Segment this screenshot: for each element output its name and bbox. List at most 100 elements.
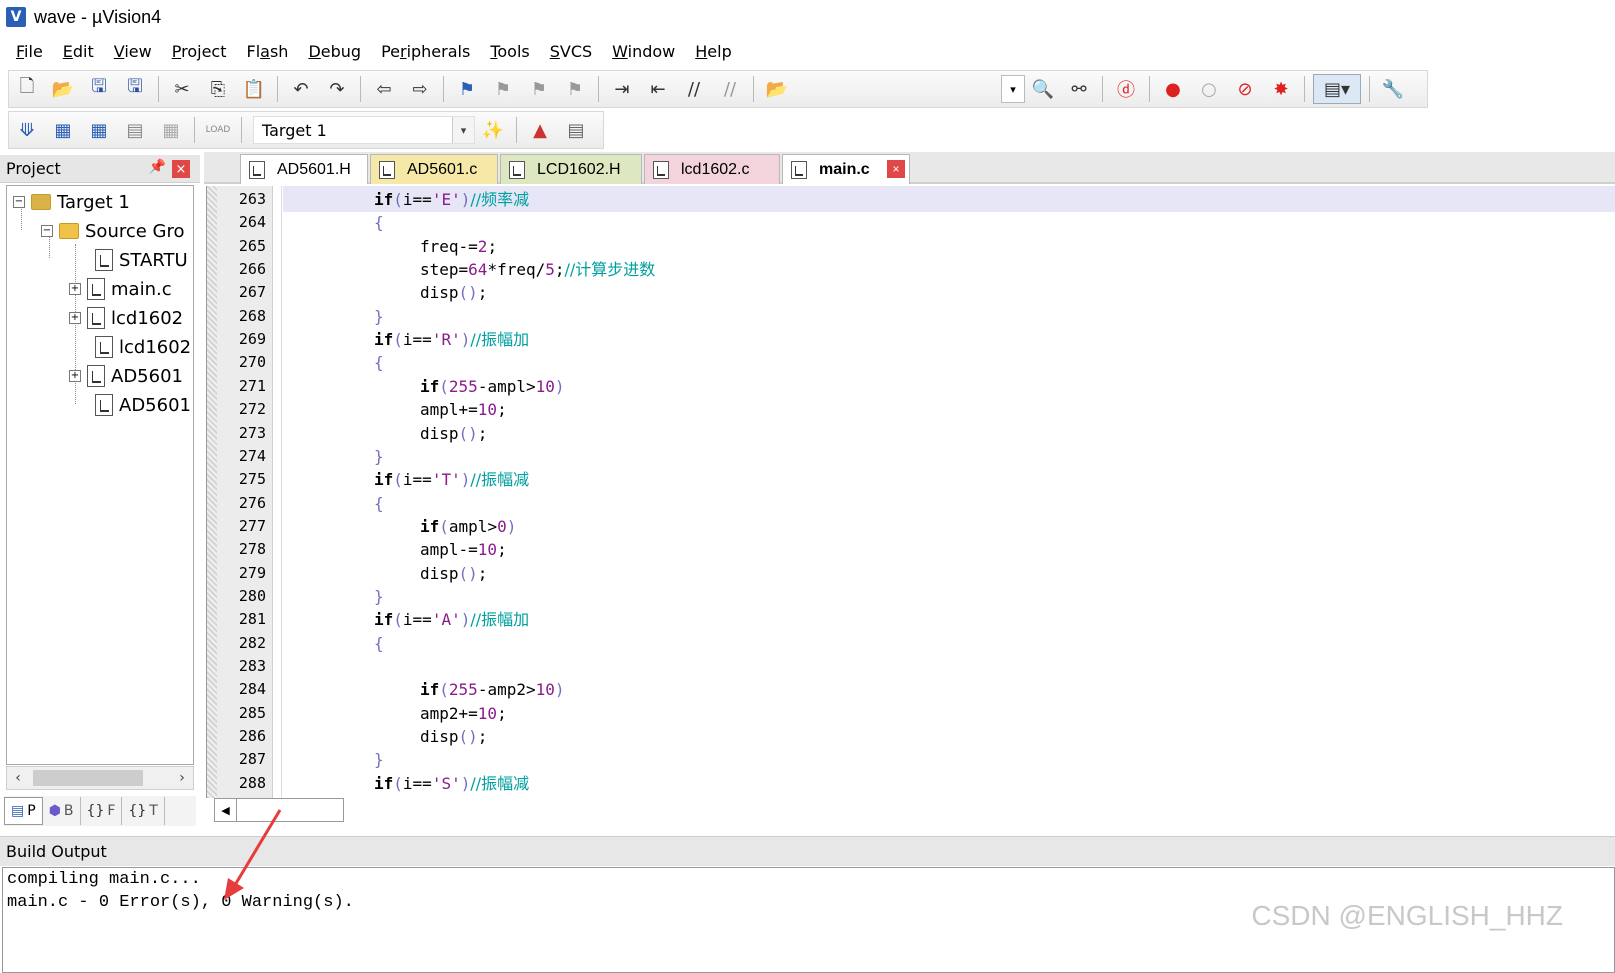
code-line[interactable]: disp(); bbox=[420, 725, 487, 748]
menu-item[interactable]: Debug bbox=[298, 39, 371, 65]
cut-icon[interactable]: ✂ bbox=[167, 74, 197, 104]
code-line[interactable]: { bbox=[374, 351, 384, 374]
stop-build-icon[interactable]: ▦ bbox=[156, 115, 186, 145]
code-line[interactable]: freq-=2; bbox=[420, 235, 497, 258]
tab-ad5601-h[interactable]: AD5601.H bbox=[240, 154, 368, 184]
tree-item-file[interactable]: lcd1602 bbox=[95, 333, 191, 361]
close-icon[interactable]: × bbox=[172, 160, 190, 178]
target-select[interactable]: Target 1 ▾ bbox=[253, 116, 475, 144]
unindent-icon[interactable]: ⇤ bbox=[643, 74, 673, 104]
project-horizontal-scrollbar[interactable]: ‹ › bbox=[6, 766, 194, 790]
menu-item[interactable]: Project bbox=[162, 39, 237, 65]
chevron-down-icon[interactable]: ▾ bbox=[452, 117, 474, 143]
code-line[interactable]: { bbox=[374, 632, 384, 655]
bookmark-prev-icon[interactable]: ⚑ bbox=[488, 74, 518, 104]
menu-item[interactable]: Flash bbox=[236, 39, 298, 65]
menu-item[interactable]: Tools bbox=[480, 39, 539, 65]
enable-breakpoint-icon[interactable]: ○ bbox=[1194, 74, 1224, 104]
build-icon[interactable]: ▦ bbox=[48, 115, 78, 145]
bookmark-clear-icon[interactable]: ⚑ bbox=[560, 74, 590, 104]
save-icon[interactable]: 🖫 bbox=[84, 74, 114, 104]
code-editor[interactable]: 263 264 265 266 267 268 269 270 271 272 273 274 275 2… bbox=[206, 186, 1615, 798]
bookmark-toggle-icon[interactable]: ⚑ bbox=[452, 74, 482, 104]
tab-functions[interactable]: {} F bbox=[81, 797, 123, 825]
tab-lcd1602-c[interactable]: lcd1602.c bbox=[644, 154, 780, 184]
code-line[interactable]: ampl-=10; bbox=[420, 538, 507, 561]
menu-item[interactable]: SVCS bbox=[540, 39, 602, 65]
comment-icon[interactable]: // bbox=[679, 74, 709, 104]
paste-icon[interactable]: 📋 bbox=[239, 74, 269, 104]
find-combo-dropdown[interactable]: ▾ bbox=[1001, 75, 1025, 103]
expand-icon[interactable]: + bbox=[69, 312, 81, 324]
bookmark-next-icon[interactable]: ⚑ bbox=[524, 74, 554, 104]
code-line[interactable]: { bbox=[374, 211, 384, 234]
tree-item-file[interactable]: STARTU bbox=[95, 246, 188, 274]
copy-icon[interactable]: ⎘ bbox=[203, 74, 233, 104]
tree-item-file[interactable]: + main.c bbox=[69, 275, 172, 303]
expand-icon[interactable]: + bbox=[69, 370, 81, 382]
tab-project[interactable]: ▤ P bbox=[4, 797, 43, 825]
undo-icon[interactable]: ↶ bbox=[286, 74, 316, 104]
menu-item[interactable]: View bbox=[104, 39, 162, 65]
tab-lcd1602-h[interactable]: LCD1602.H bbox=[500, 154, 642, 184]
open-folder-icon[interactable]: 📂 bbox=[48, 74, 78, 104]
code-line[interactable]: disp(); bbox=[420, 562, 487, 585]
menu-item[interactable]: Help bbox=[685, 39, 741, 65]
manage-multi-project-icon[interactable]: ▤ bbox=[561, 115, 591, 145]
code-line[interactable]: } bbox=[374, 305, 384, 328]
tree-item-file[interactable]: + lcd1602 bbox=[69, 304, 183, 332]
disable-all-breakpoints-icon[interactable]: ⊘ bbox=[1230, 74, 1260, 104]
selection-margin[interactable] bbox=[207, 186, 217, 798]
tab-templates[interactable]: {} T bbox=[122, 797, 165, 825]
load-flash-icon[interactable]: LOAD bbox=[203, 115, 233, 145]
scroll-left-icon[interactable]: ‹ bbox=[7, 770, 29, 786]
code-line[interactable]: } bbox=[374, 748, 384, 771]
target-options-wand-icon[interactable]: ✨ bbox=[478, 115, 508, 145]
code-line[interactable]: amp2+=10; bbox=[420, 702, 507, 725]
tab-main-c[interactable]: main.c × bbox=[782, 154, 910, 184]
expand-icon[interactable]: + bbox=[69, 283, 81, 295]
rebuild-icon[interactable]: ▦ bbox=[84, 115, 114, 145]
manage-components-icon[interactable]: ▲ bbox=[525, 115, 555, 145]
code-line[interactable]: } bbox=[374, 445, 384, 468]
code-line[interactable]: disp(); bbox=[420, 422, 487, 445]
code-line[interactable]: disp(); bbox=[420, 281, 487, 304]
navigate-back-icon[interactable]: ⇦ bbox=[369, 74, 399, 104]
code-line[interactable]: ampl+=10; bbox=[420, 398, 507, 421]
find-icon[interactable]: 🔍 bbox=[1028, 74, 1058, 104]
tree-item-file[interactable]: AD5601 bbox=[95, 391, 191, 419]
menu-item[interactable]: Edit bbox=[53, 39, 104, 65]
code-line[interactable]: step=64*freq/5;//计算步进数 bbox=[420, 258, 655, 281]
code-line[interactable]: if(i=='S')//振幅减 bbox=[374, 772, 529, 795]
code-line[interactable]: if(255-ampl>10) bbox=[420, 375, 565, 398]
tree-item-file[interactable]: + AD5601 bbox=[69, 362, 183, 390]
uvision-app-icon[interactable]: V bbox=[6, 7, 26, 27]
scrollbar-thumb[interactable] bbox=[33, 770, 143, 786]
code-line[interactable]: { bbox=[374, 492, 384, 515]
code-line[interactable]: } bbox=[374, 585, 384, 608]
batch-build-icon[interactable]: ▤ bbox=[120, 115, 150, 145]
scroll-right-icon[interactable]: › bbox=[171, 770, 193, 786]
navigate-forward-icon[interactable]: ⇨ bbox=[405, 74, 435, 104]
code-line[interactable]: if(255-amp2>10) bbox=[420, 678, 565, 701]
collapse-icon[interactable]: − bbox=[41, 225, 53, 237]
menu-item[interactable]: Peripherals bbox=[371, 39, 480, 65]
code-line[interactable]: if(i=='E')//频率减 bbox=[374, 188, 529, 211]
debug-session-icon[interactable]: ⓓ bbox=[1111, 74, 1141, 104]
window-layout-icon[interactable]: ▤▾ bbox=[1313, 74, 1361, 104]
pin-icon[interactable]: 📌 bbox=[149, 159, 166, 175]
redo-icon[interactable]: ↷ bbox=[322, 74, 352, 104]
indent-icon[interactable]: ⇥ bbox=[607, 74, 637, 104]
find-in-files-icon[interactable]: 📂 bbox=[762, 74, 792, 104]
kill-all-breakpoints-icon[interactable]: ✸ bbox=[1266, 74, 1296, 104]
new-file-icon[interactable]: 🗋 bbox=[12, 74, 42, 104]
tab-ad5601-c[interactable]: AD5601.c bbox=[370, 154, 498, 184]
code-line[interactable]: if(i=='T')//振幅减 bbox=[374, 468, 529, 491]
tree-item-target[interactable]: − Target 1 bbox=[13, 188, 130, 216]
configure-wrench-icon[interactable]: 🔧 bbox=[1378, 74, 1408, 104]
code-line[interactable]: if(i=='R')//振幅加 bbox=[374, 328, 529, 351]
tree-item-source-group[interactable]: − Source Gro bbox=[41, 217, 185, 245]
incremental-find-icon[interactable]: ⚯ bbox=[1064, 74, 1094, 104]
code-line[interactable]: if(ampl>0) bbox=[420, 515, 516, 538]
close-icon[interactable]: × bbox=[887, 160, 905, 178]
